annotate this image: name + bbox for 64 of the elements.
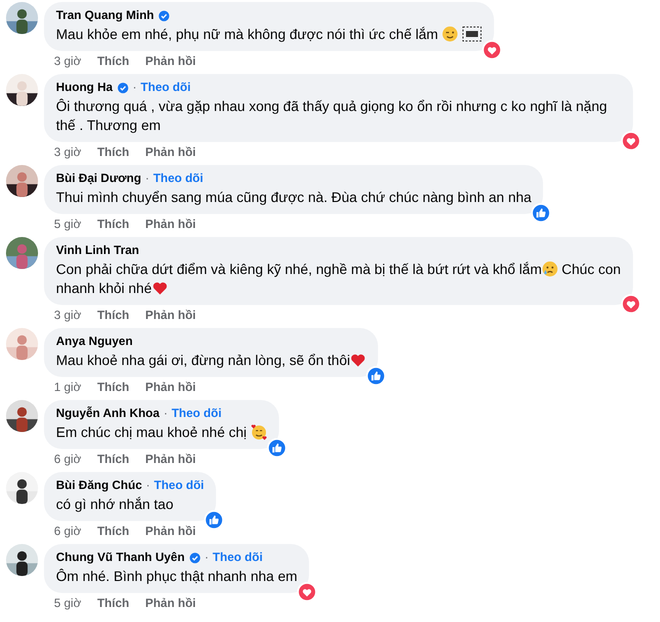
separator-dot: · [164, 406, 168, 421]
commenter-name[interactable]: Bùi Đại Dương [56, 171, 142, 186]
follow-link[interactable]: Theo dõi [140, 80, 191, 95]
comment-text: Mau khỏe em nhé, phụ nữ mà không được nói thì ức chế lắm [56, 25, 482, 44]
comment-time: 5 giờ [54, 596, 82, 611]
reply-link[interactable]: Phản hồi [145, 380, 196, 395]
comment-text: Ôi thương quá , vừa gặp nhau xong đã thấy quả giọng ko ổn rồi nhưng c ko nghĩ là nặng thế . Thương em [56, 97, 608, 135]
commenter-name[interactable]: Nguyễn Anh Khoa [56, 406, 160, 421]
like-link[interactable]: Thích [97, 596, 130, 611]
comment-time: 3 giờ [54, 54, 82, 69]
comment-text: có gì nhớ nhắn tao [56, 495, 174, 514]
like-link[interactable]: Thích [97, 217, 130, 232]
comment-time: 1 giờ [54, 380, 82, 395]
reply-link[interactable]: Phản hồi [145, 596, 196, 611]
commenter-name[interactable]: Anya Nguyen [56, 334, 133, 349]
comment-text: Mau khoẻ nha gái ơi, đừng nản lòng, sẽ ổn thôi [56, 351, 366, 370]
reply-link[interactable]: Phản hồi [145, 452, 196, 467]
heart-emoji-icon [152, 280, 168, 296]
comment-time: 6 giờ [54, 452, 82, 467]
love-reaction-icon[interactable] [482, 40, 502, 60]
reply-link[interactable]: Phản hồi [145, 308, 196, 323]
comment-time: 5 giờ [54, 217, 82, 232]
like-link[interactable]: Thích [97, 524, 130, 539]
like-reaction-icon[interactable] [266, 438, 287, 458]
separator-dot: · [146, 478, 150, 493]
separator-dot: · [145, 171, 150, 186]
like-link[interactable]: Thích [97, 54, 130, 69]
love-reaction-icon[interactable] [297, 582, 318, 602]
follow-link[interactable]: Theo dõi [154, 478, 204, 493]
tear-face-emoji-icon [542, 261, 558, 277]
reply-link[interactable]: Phản hồi [145, 145, 196, 160]
comment-time: 6 giờ [54, 524, 82, 539]
follow-link[interactable]: Theo dõi [172, 406, 222, 421]
wink-emoji-icon [442, 26, 458, 42]
heart-emoji-icon [350, 352, 366, 368]
separator-dot: · [204, 550, 209, 565]
like-link[interactable]: Thích [97, 308, 130, 323]
reply-link[interactable]: Phản hồi [145, 54, 196, 69]
like-link[interactable]: Thích [97, 145, 130, 160]
love-reaction-icon[interactable] [621, 294, 641, 314]
like-link[interactable]: Thích [97, 452, 130, 467]
comment-text: Con phải chữa dứt điểm và kiêng kỹ nhé, nghề mà bị thế là bứt rứt và khổ lắm Chúc con nhanh khỏi nhé [56, 260, 621, 298]
follow-link[interactable]: Theo dõi [153, 171, 204, 186]
like-reaction-icon[interactable] [366, 366, 386, 386]
comment-text: Em chúc chị mau khoẻ nhé chị [56, 423, 267, 442]
commenter-name[interactable]: Huong Ha [56, 80, 113, 95]
commenter-name[interactable]: Vinh Linh Tran [56, 243, 140, 258]
reply-link[interactable]: Phản hồi [145, 524, 196, 539]
commenter-name[interactable]: Chung Vũ Thanh Uyên [56, 550, 185, 565]
comment-time: 3 giờ [54, 145, 82, 160]
like-link[interactable]: Thích [97, 380, 130, 395]
comment-text: Ôm nhé. Bình phục thật nhanh nha em [56, 567, 298, 586]
separator-dot: · [132, 80, 137, 95]
smiling-face-with-hearts-icon [250, 424, 267, 440]
follow-link[interactable]: Theo dõi [212, 550, 263, 565]
commenter-name[interactable]: Tran Quang Minh [56, 8, 154, 23]
like-reaction-icon[interactable] [204, 510, 224, 530]
comment-time: 3 giờ [54, 308, 82, 323]
comment-text: Thui mình chuyển sang múa cũng được nà. Đùa chứ chúc nàng bình an nha [56, 188, 532, 207]
reply-link[interactable]: Phản hồi [145, 217, 196, 232]
object-placeholder-icon [462, 26, 482, 42]
like-reaction-icon[interactable] [531, 203, 552, 223]
commenter-name[interactable]: Bùi Đăng Chúc [56, 478, 142, 493]
love-reaction-icon[interactable] [621, 131, 641, 151]
